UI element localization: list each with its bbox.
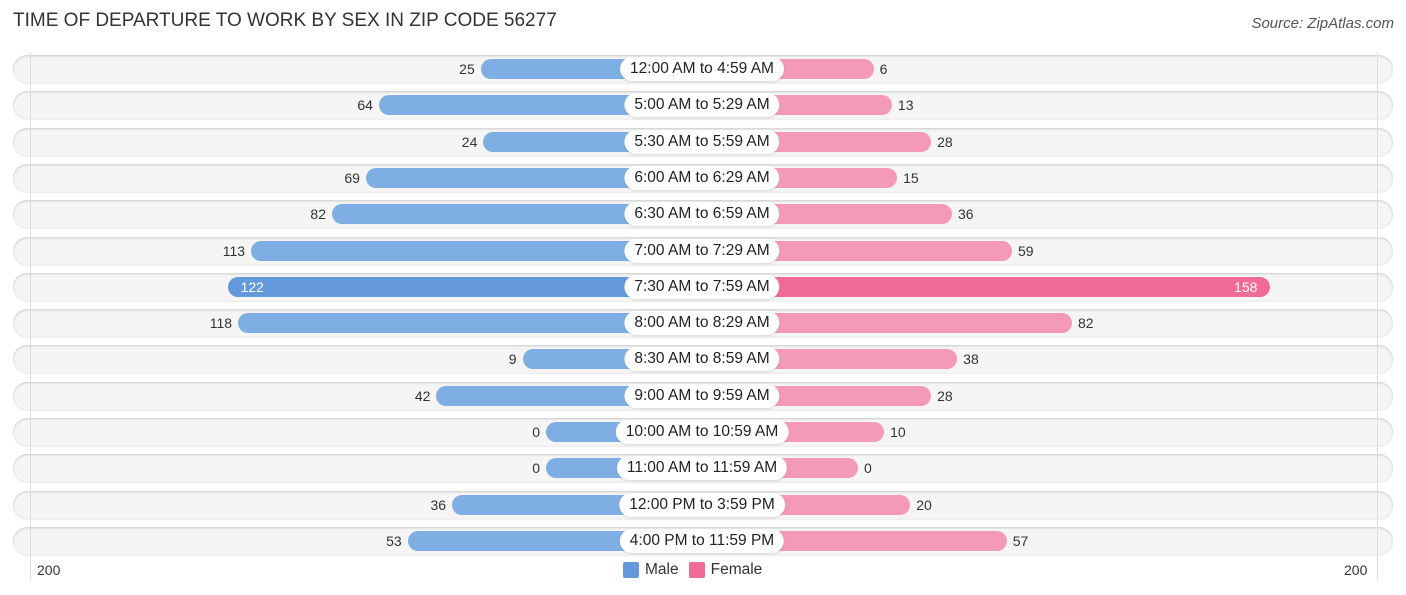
- legend-item-female[interactable]: Female: [688, 561, 763, 579]
- chart-area: 12:00 AM to 4:59 AM 25 6 5:00 AM to 5:29 AM…: [0, 0, 1406, 595]
- legend-item-male[interactable]: Male: [623, 561, 679, 579]
- value-label-female: 82: [1078, 315, 1094, 332]
- value-label-female: 0: [864, 460, 872, 477]
- category-label: 6:30 AM to 6:59 AM: [624, 202, 780, 227]
- legend-label-female: Female: [710, 561, 763, 578]
- value-label-female: 36: [957, 206, 974, 223]
- axis-tick-right: 200: [1344, 562, 1368, 578]
- category-label: 10:00 AM to 10:59 AM: [615, 420, 789, 444]
- category-label: 9:00 AM to 9:59 AM: [624, 383, 780, 408]
- category-label: 5:30 AM to 5:59 AM: [624, 129, 780, 154]
- value-label-male: 9: [508, 351, 517, 368]
- legend-swatch-female: [688, 562, 705, 578]
- value-label-female: 38: [963, 351, 979, 368]
- category-label: 7:30 AM to 7:59 AM: [624, 274, 780, 299]
- value-label-male: 36: [430, 496, 447, 513]
- category-label: 7:00 AM to 7:29 AM: [624, 238, 780, 263]
- category-label: 5:00 AM to 5:29 AM: [624, 93, 780, 118]
- value-label-male: 24: [461, 133, 478, 150]
- axis-line-right: [1377, 52, 1378, 580]
- category-label: 8:30 AM to 8:59 AM: [624, 347, 780, 372]
- bar-female[interactable]: [702, 276, 1271, 297]
- value-label-female: 158: [1234, 278, 1258, 295]
- legend-swatch-male: [623, 562, 639, 578]
- value-label-female: 28: [937, 387, 953, 404]
- value-label-male: 113: [222, 242, 246, 259]
- value-label-male: 42: [414, 387, 431, 404]
- value-label-female: 28: [937, 133, 953, 150]
- value-label-female: 57: [1012, 532, 1029, 549]
- axis-tick-left: 200: [37, 562, 61, 578]
- value-label-female: 20: [916, 496, 932, 513]
- category-label: 8:00 AM to 8:29 AM: [624, 311, 780, 336]
- axis-line-left: [30, 52, 31, 580]
- value-label-female: 59: [1017, 242, 1034, 259]
- legend: Male Female: [623, 561, 762, 579]
- value-label-male: 64: [357, 97, 373, 114]
- value-label-male: 0: [532, 424, 540, 440]
- value-label-male: 118: [209, 315, 233, 332]
- value-label-male: 53: [386, 532, 402, 549]
- category-label: 12:00 AM to 4:59 AM: [620, 57, 784, 81]
- value-label-male: 0: [532, 460, 540, 477]
- value-label-male: 25: [459, 61, 475, 77]
- value-label-female: 6: [879, 61, 888, 77]
- value-label-female: 15: [903, 169, 919, 186]
- value-label-male: 69: [344, 169, 360, 186]
- value-label-female: 10: [890, 424, 906, 440]
- value-label-male: 82: [310, 206, 326, 223]
- category-label: 11:00 AM to 11:59 AM: [616, 456, 788, 481]
- category-label: 6:00 AM to 6:29 AM: [624, 165, 780, 190]
- value-label-male: 122: [240, 278, 264, 295]
- value-label-female: 13: [897, 97, 914, 114]
- legend-label-male: Male: [645, 561, 679, 578]
- category-label: 12:00 PM to 3:59 PM: [619, 492, 785, 517]
- category-label: 4:00 PM to 11:59 PM: [619, 528, 785, 553]
